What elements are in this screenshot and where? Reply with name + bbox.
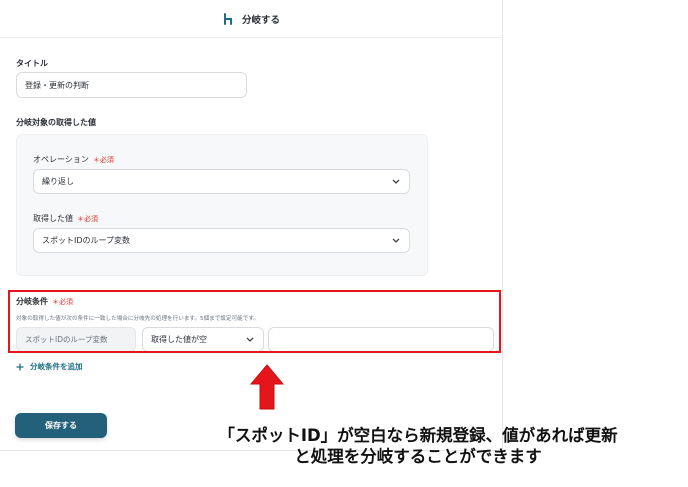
operation-select[interactable]: 繰り返し	[33, 169, 410, 194]
annotation-line-1: 「スポットID」が空白なら新規登録、値があれば更新	[218, 426, 618, 445]
branch-icon	[223, 12, 232, 25]
section-label: 分岐対象の取得した値	[16, 118, 96, 127]
plus-icon	[16, 363, 24, 370]
acquired-value-select[interactable]: スポットIDのループ変数	[33, 228, 410, 253]
acquired-value-select-value: スポットIDのループ変数	[42, 236, 131, 245]
acquired-value-label: 取得した値 ＊必須	[33, 213, 98, 224]
save-button[interactable]: 保存する	[15, 413, 107, 438]
required-badge: ＊必須	[92, 156, 114, 164]
add-condition-link[interactable]: 分岐条件を追加	[16, 361, 83, 372]
operation-label-text: オペレーション	[33, 155, 89, 164]
panel-title: 分岐する	[241, 14, 280, 26]
annotation-line-2: と処理を分岐することができます	[294, 447, 542, 466]
panel-header: 分岐する	[0, 0, 502, 38]
title-input-value: 登録・更新の判断	[25, 80, 89, 90]
operation-select-value: 繰り返し	[42, 177, 74, 186]
condition-highlight-box	[8, 290, 501, 353]
operation-label: オペレーション ＊必須	[33, 154, 114, 165]
acquired-value-label-text: 取得した値	[33, 214, 73, 223]
up-arrow-icon	[249, 364, 285, 410]
chevron-down-icon	[392, 238, 400, 243]
required-badge: ＊必須	[77, 215, 98, 223]
title-label: タイトル	[16, 59, 48, 68]
title-input[interactable]: 登録・更新の判断	[16, 72, 247, 98]
chevron-down-icon	[392, 179, 400, 184]
add-condition-label: 分岐条件を追加	[30, 362, 83, 371]
annotation-caption: 「スポットID」が空白なら新規登録、値があれば更新 と処理を分岐することができま…	[150, 425, 686, 467]
